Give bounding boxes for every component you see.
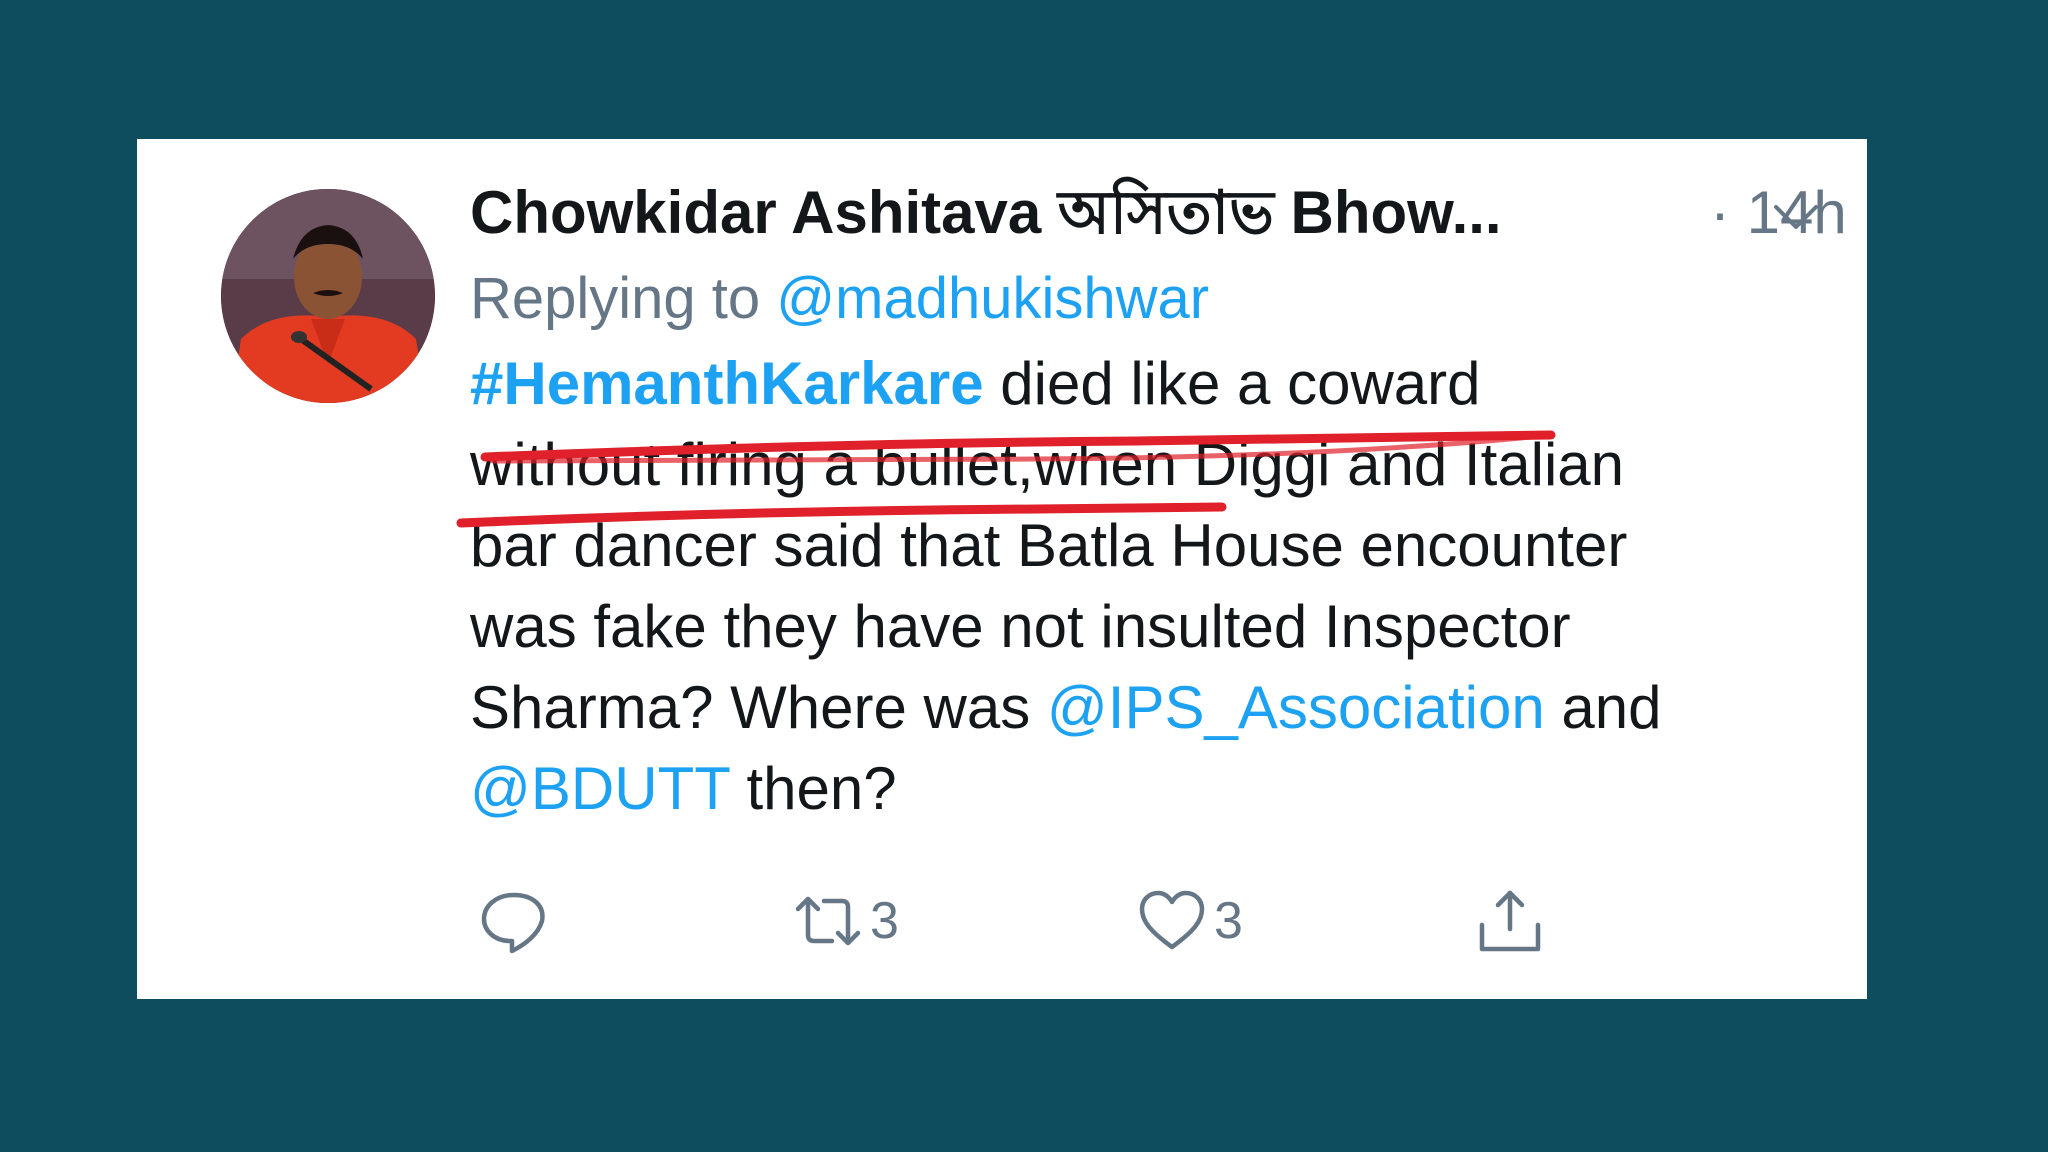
tweet-actions: 3 3 — [470, 881, 1670, 961]
display-name[interactable]: Chowkidar Ashitava অসিতাভ Bhow... — [470, 173, 1502, 253]
chevron-down-icon[interactable] — [1770, 191, 1822, 241]
retweet-button[interactable]: 3 — [792, 881, 899, 961]
reply-icon — [481, 892, 545, 954]
tweet-text: #HemanthKarkare died like a coward witho… — [470, 343, 1850, 829]
tweet-header: Chowkidar Ashitava অসিতাভ Bhow... · 14h — [470, 173, 1847, 253]
avatar-image — [221, 189, 435, 403]
tweet-line-1: #HemanthKarkare died like a coward — [470, 343, 1850, 424]
tweet-line-3: bar dancer said that Batla House encount… — [470, 512, 1628, 579]
reply-button[interactable] — [478, 881, 550, 961]
heart-icon — [1139, 890, 1205, 950]
tweet-text-segment: and — [1544, 674, 1662, 741]
avatar[interactable] — [221, 189, 435, 403]
tweet-line-2: without firing a bullet,when Diggi and I… — [470, 431, 1625, 498]
tweet-card[interactable]: Chowkidar Ashitava অসিতাভ Bhow... · 14h … — [137, 139, 1867, 999]
replying-handle-link[interactable]: @madhukishwar — [776, 266, 1209, 331]
hashtag-link[interactable]: #HemanthKarkare — [470, 350, 984, 417]
like-count: 3 — [1214, 892, 1243, 950]
tweet-line-4: was fake they have not insulted Inspecto… — [470, 593, 1571, 660]
retweet-icon — [795, 896, 861, 946]
retweet-count: 3 — [870, 892, 899, 950]
share-icon — [1479, 890, 1541, 952]
replying-to: Replying to @madhukishwar — [470, 259, 1209, 339]
mention-link[interactable]: @IPS_Association — [1047, 674, 1545, 741]
tweet-text-segment: died like a coward — [983, 350, 1481, 417]
tweet-line-5: Sharma? Where was @IPS_Association and — [470, 667, 1850, 748]
share-button[interactable] — [1474, 881, 1546, 961]
mention-link[interactable]: @BDUTT — [470, 755, 730, 822]
tweet-text-segment: then? — [729, 755, 897, 822]
replying-prefix: Replying to — [470, 266, 777, 331]
tweet-line-6: @BDUTT then? — [470, 748, 1850, 829]
like-button[interactable]: 3 — [1136, 881, 1243, 961]
tweet-text-segment: Sharma? Where was — [470, 674, 1047, 741]
